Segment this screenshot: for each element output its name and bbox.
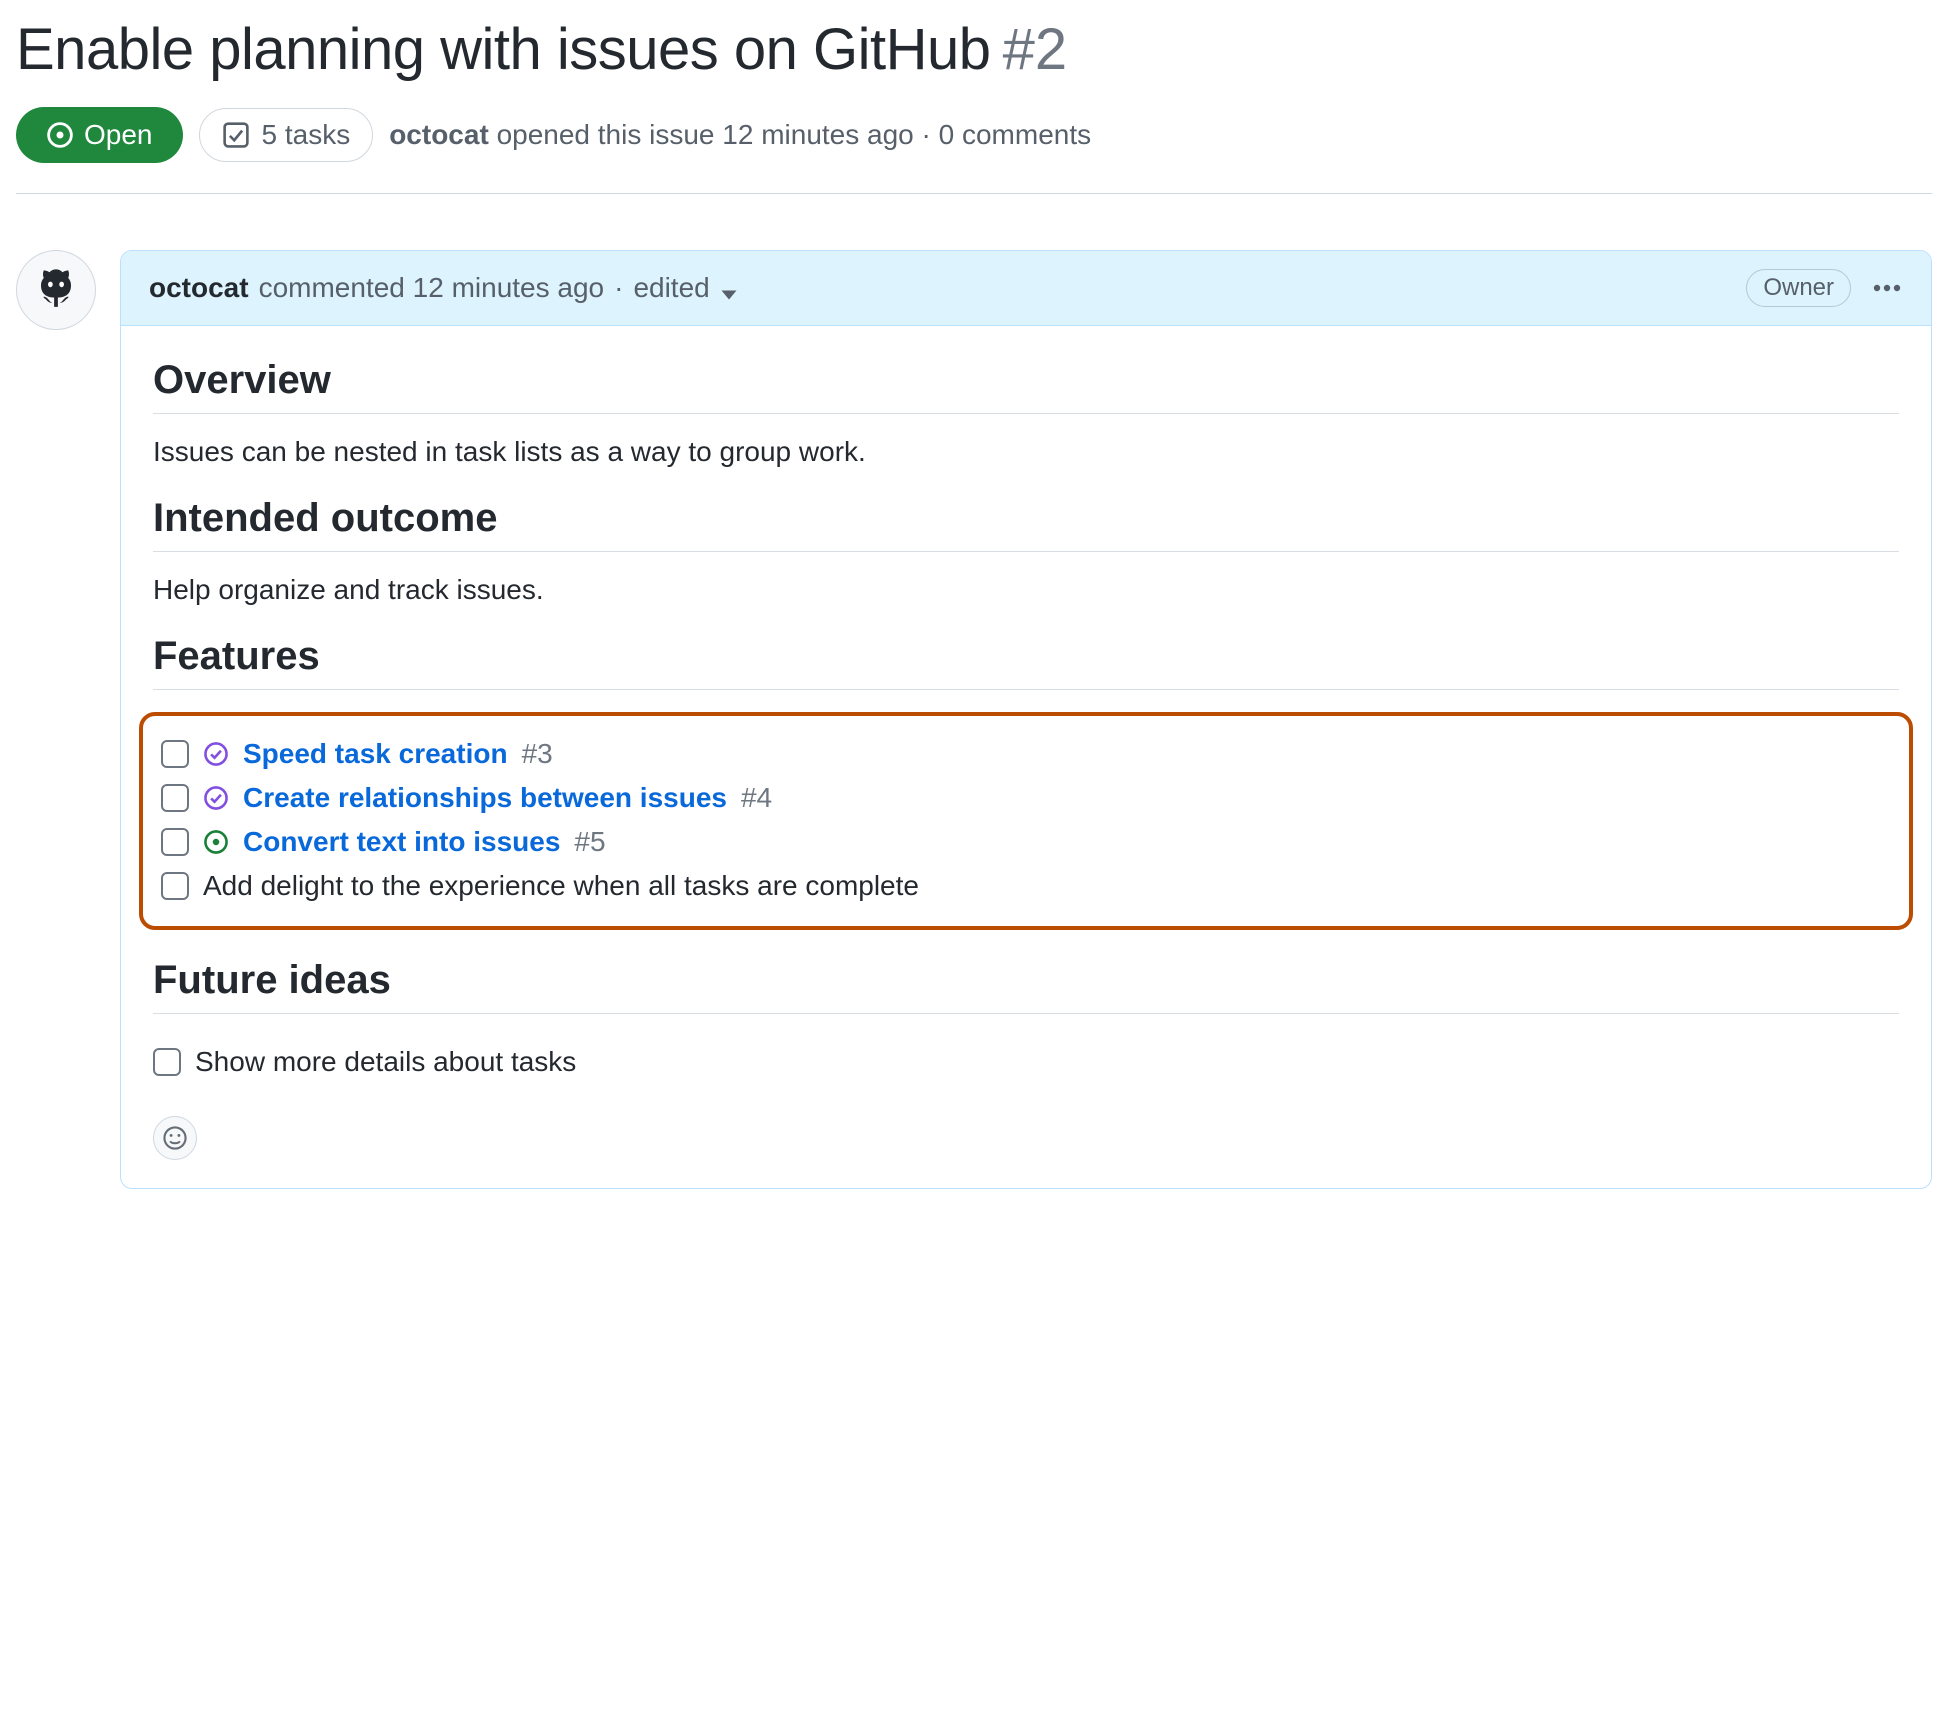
separator: · [922,119,931,150]
avatar[interactable] [16,250,96,330]
task-text: Show more details about tasks [195,1046,576,1078]
tasks-badge[interactable]: 5 tasks [199,108,374,162]
task-text: Add delight to the experience when all t… [203,870,919,902]
role-badge: Owner [1746,269,1851,307]
smiley-icon [162,1125,188,1151]
heading-intended-outcome: Intended outcome [153,496,1899,552]
task-item: Convert text into issues #5 [161,820,1891,864]
task-link[interactable]: Create relationships between issues [243,782,727,814]
comment-body: Overview Issues can be nested in task li… [121,326,1931,1188]
comment-box: octocat commented 12 minutes ago · edite… [120,250,1932,1189]
features-tasklist: Speed task creation #3Create relationshi… [139,712,1913,930]
heading-features: Features [153,634,1899,690]
kebab-menu-button[interactable] [1871,272,1903,304]
edited-label[interactable]: edited [633,272,709,304]
state-badge-open: Open [16,107,183,163]
issue-open-icon [46,121,74,149]
caret-down-icon[interactable] [720,279,738,297]
commented-text: commented 12 minutes ago [259,272,605,304]
heading-overview: Overview [153,358,1899,414]
tasklist-icon [222,121,250,149]
intended-text: Help organize and track issues. [153,574,1899,606]
author-link[interactable]: octocat [389,119,489,150]
task-link[interactable]: Speed task creation [243,738,508,770]
task-item: Create relationships between issues #4 [161,776,1891,820]
heading-future-ideas: Future ideas [153,958,1899,1014]
timeline: octocat commented 12 minutes ago · edite… [16,250,1932,1189]
overview-text: Issues can be nested in task lists as a … [153,436,1899,468]
comments-count: 0 comments [939,119,1092,150]
add-reaction-button[interactable] [153,1116,197,1160]
task-checkbox[interactable] [161,740,189,768]
task-item: Show more details about tasks [153,1040,1899,1084]
issue-closed-icon [203,741,229,767]
issue-meta-row: Open 5 tasks octocat opened this issue 1… [16,107,1932,194]
task-ref: #4 [741,782,772,814]
comment-author-link[interactable]: octocat [149,272,249,304]
task-ref: #5 [574,826,605,858]
comment-header: octocat commented 12 minutes ago · edite… [121,251,1931,326]
future-tasklist: Show more details about tasks [153,1036,1899,1092]
task-item: Speed task creation #3 [161,732,1891,776]
opened-text: opened this issue 12 minutes ago [497,119,914,150]
dot-separator: · [614,272,623,304]
reaction-row [153,1116,1899,1160]
comment-arrow [120,273,121,305]
issue-header: Enable planning with issues on GitHub #2 [16,16,1932,83]
task-checkbox[interactable] [153,1048,181,1076]
tasks-count-label: 5 tasks [262,119,351,151]
issue-title: Enable planning with issues on GitHub [16,16,991,83]
task-ref: #3 [522,738,553,770]
issue-open-icon [203,829,229,855]
task-checkbox[interactable] [161,784,189,812]
issue-closed-icon [203,785,229,811]
state-label: Open [84,119,153,151]
task-checkbox[interactable] [161,828,189,856]
task-link[interactable]: Convert text into issues [243,826,560,858]
octocat-icon [26,260,86,320]
issue-byline: octocat opened this issue 12 minutes ago… [389,119,1091,151]
task-item: Add delight to the experience when all t… [161,864,1891,908]
issue-number: #2 [1003,16,1068,83]
task-checkbox[interactable] [161,872,189,900]
